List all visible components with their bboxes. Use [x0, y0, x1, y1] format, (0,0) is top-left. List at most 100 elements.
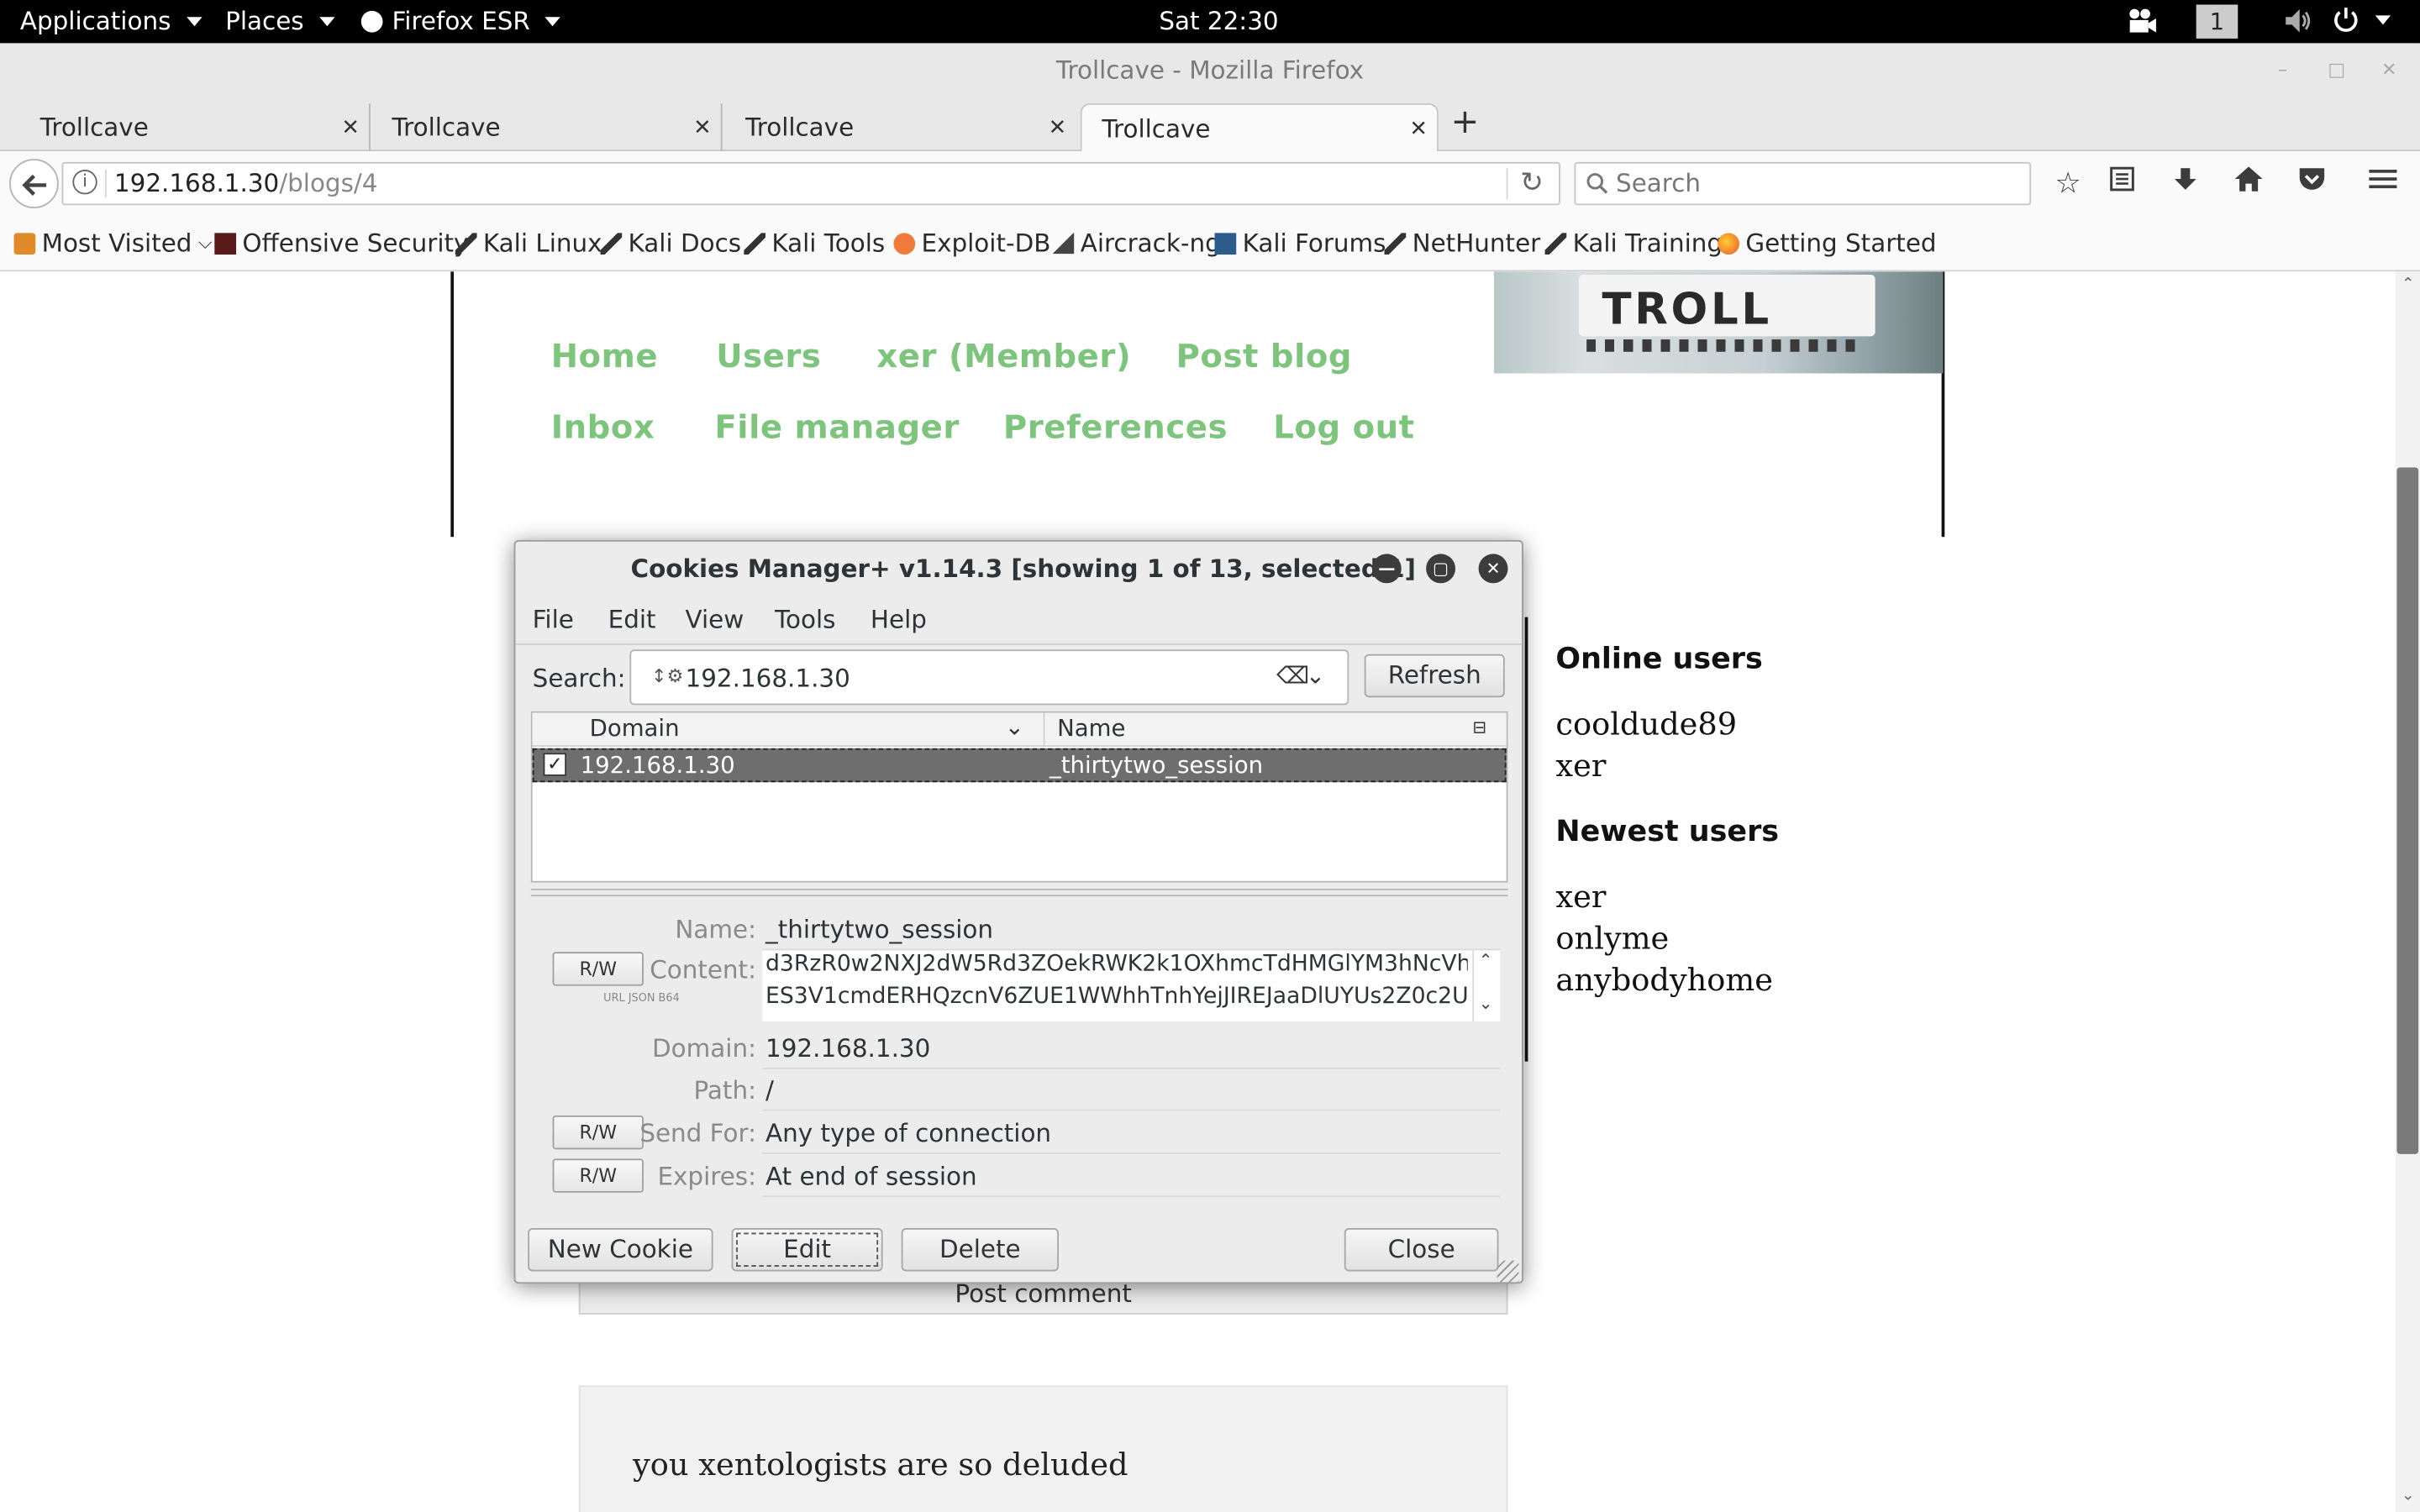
applications-label: Applications	[19, 6, 171, 36]
menu-view[interactable]: View	[686, 605, 744, 634]
new-tab-plus-icon[interactable]: +	[1451, 103, 1480, 142]
video-indicator-icon[interactable]	[2127, 8, 2158, 34]
search-filter-icon[interactable]: ↕⚙	[651, 665, 683, 687]
cookie-row-domain: 192.168.1.30	[580, 751, 735, 780]
newest-user-link[interactable]: xer	[1555, 878, 1606, 915]
applications-menu[interactable]: Applications	[19, 6, 203, 36]
bookmark-kali-linux[interactable]: Kali Linux	[455, 228, 602, 258]
edit-button[interactable]: Edit	[731, 1228, 883, 1272]
scroll-up-icon[interactable]: ⌃	[2402, 276, 2414, 293]
online-user-link[interactable]: xer	[1555, 747, 1606, 784]
newest-user-link[interactable]: onlyme	[1555, 920, 1669, 957]
nav-preferences-link[interactable]: Preferences	[1003, 409, 1228, 446]
tab-1[interactable]: Trollcave ✕	[0, 103, 371, 151]
download-arrow-icon[interactable]	[2167, 165, 2204, 202]
cookie-row-name: _thirtytwo_session	[1049, 751, 1264, 780]
content-scroll-up-icon[interactable]: ⌃	[1479, 950, 1493, 970]
row-separator	[762, 1152, 1501, 1154]
newest-user-link[interactable]: anybodyhome	[1555, 961, 1773, 998]
info-icon[interactable]: i	[72, 170, 97, 195]
dialog-close-icon[interactable]: ✕	[1478, 554, 1508, 584]
bookmark-getting-started[interactable]: Getting Started	[1718, 228, 1937, 258]
bookmark-kali-training[interactable]: Kali Training	[1544, 228, 1723, 258]
url-bar[interactable]: i 192.168.1.30/blogs/4 ↻	[61, 161, 1560, 206]
search-dropdown-icon[interactable]: ⌄	[1306, 662, 1325, 690]
close-button[interactable]: Close	[1344, 1228, 1499, 1272]
content-field[interactable]: d3RzR0w2NXJ2dW5Rd3ZOekRWK2k1OXhmcTdHMGlY…	[762, 950, 1501, 1021]
close-tab-icon[interactable]: ✕	[1049, 116, 1067, 140]
hamburger-menu-icon[interactable]	[2365, 165, 2402, 202]
tab-3[interactable]: Trollcave ✕	[705, 103, 1076, 151]
column-header-domain[interactable]: Domain	[590, 714, 680, 742]
maximize-icon[interactable]: □	[2328, 60, 2346, 79]
search-bar[interactable]: Search	[1574, 161, 2032, 206]
refresh-button[interactable]: Refresh	[1364, 654, 1505, 698]
column-header-name[interactable]: Name	[1057, 714, 1125, 742]
pocket-icon[interactable]	[2293, 165, 2330, 202]
bookmark-kali-docs[interactable]: Kali Docs	[600, 228, 741, 258]
menu-help[interactable]: Help	[871, 605, 927, 634]
places-menu[interactable]: Places	[225, 6, 335, 35]
bookmark-label: Kali Forums	[1242, 228, 1386, 258]
bookmark-most-visited[interactable]: Most Visited ⌵	[13, 228, 213, 258]
nav-post-blog-link[interactable]: Post blog	[1176, 338, 1353, 375]
cookie-search-value: 192.168.1.30	[685, 663, 850, 693]
bookmark-kali-tools[interactable]: Kali Tools	[744, 228, 885, 258]
clock[interactable]: Sat 22:30	[1159, 6, 1278, 35]
search-icon	[1586, 173, 1608, 194]
cookie-search-field[interactable]: ↕⚙ 192.168.1.30 ⌫ ⌄	[629, 649, 1349, 706]
tab-4-active[interactable]: Trollcave ✕	[1080, 103, 1439, 151]
column-sort-chevron-icon[interactable]: ⌄	[1005, 713, 1024, 741]
nav-logout-link[interactable]: Log out	[1273, 409, 1414, 446]
menu-edit[interactable]: Edit	[608, 605, 656, 634]
firefox-app-menu[interactable]: Firefox ESR	[360, 6, 561, 35]
minimize-icon[interactable]: –	[2274, 60, 2292, 79]
most-visited-icon	[13, 232, 36, 255]
tab-2[interactable]: Trollcave ✕	[352, 103, 723, 151]
clear-search-icon[interactable]: ⌫	[1276, 662, 1309, 690]
dialog-maximize-icon[interactable]: ▢	[1426, 554, 1456, 584]
nav-file-manager-link[interactable]: File manager	[714, 409, 959, 446]
back-button[interactable]	[9, 159, 59, 208]
bookmark-exploit-db[interactable]: Exploit-DB	[893, 228, 1050, 258]
workspace-indicator[interactable]: 1	[2196, 4, 2238, 39]
volume-icon[interactable]	[2284, 8, 2312, 34]
cookie-row-checkbox[interactable]: ✓	[543, 753, 567, 776]
library-icon[interactable]	[2103, 165, 2140, 202]
pane-splitter[interactable]	[530, 888, 1508, 897]
delete-button[interactable]: Delete	[901, 1228, 1059, 1272]
new-cookie-button[interactable]: New Cookie	[528, 1228, 713, 1272]
troll-banner-image: TROLL	[1493, 271, 1944, 374]
scrollbar-thumb[interactable]	[2396, 467, 2419, 1154]
close-tab-icon[interactable]: ✕	[1409, 118, 1428, 142]
troll-sign-text: TROLL	[1602, 283, 1772, 335]
bookmark-aircrack-ng[interactable]: Aircrack-ng	[1052, 228, 1221, 258]
bookmark-nethunter[interactable]: NetHunter	[1384, 228, 1540, 258]
cookie-row[interactable]: ✓ 192.168.1.30 _thirtytwo_session	[532, 748, 1507, 783]
nav-inbox-link[interactable]: Inbox	[551, 409, 655, 446]
bookmark-kali-forums[interactable]: Kali Forums	[1214, 228, 1386, 258]
dialog-minimize-icon[interactable]: —	[1371, 554, 1402, 584]
name-field-label: Name:	[675, 915, 756, 945]
bookmark-label: Exploit-DB	[921, 228, 1051, 258]
column-picker-icon[interactable]: ⊟	[1472, 717, 1486, 738]
menu-tools[interactable]: Tools	[775, 605, 835, 634]
scroll-down-icon[interactable]: ⌄	[2402, 1488, 2414, 1504]
resize-grip-icon[interactable]	[1497, 1260, 1519, 1283]
menu-file[interactable]: File	[533, 605, 574, 634]
online-user-link[interactable]: cooldude89	[1555, 705, 1737, 742]
nav-home-link[interactable]: Home	[551, 338, 658, 375]
row-separator	[762, 1068, 1501, 1069]
home-icon[interactable]	[2230, 165, 2267, 202]
nav-member-link[interactable]: xer (Member)	[876, 338, 1131, 375]
reload-icon[interactable]: ↻	[1520, 166, 1544, 199]
power-icon[interactable]	[2332, 6, 2391, 34]
content-encoding-options[interactable]: URL JSON B64	[603, 992, 680, 1005]
content-scroll-down-icon[interactable]: ⌄	[1479, 994, 1493, 1014]
content-scrollbar[interactable]: ⌃ ⌄	[1472, 950, 1497, 1021]
bookmark-offensive-security[interactable]: Offensive Security	[214, 228, 468, 258]
nav-users-link[interactable]: Users	[716, 338, 821, 375]
page-scrollbar[interactable]: ⌃ ⌄	[2395, 271, 2420, 1512]
bookmark-star-icon[interactable]: ☆	[2049, 165, 2086, 202]
close-window-icon[interactable]: ✕	[2380, 60, 2398, 79]
